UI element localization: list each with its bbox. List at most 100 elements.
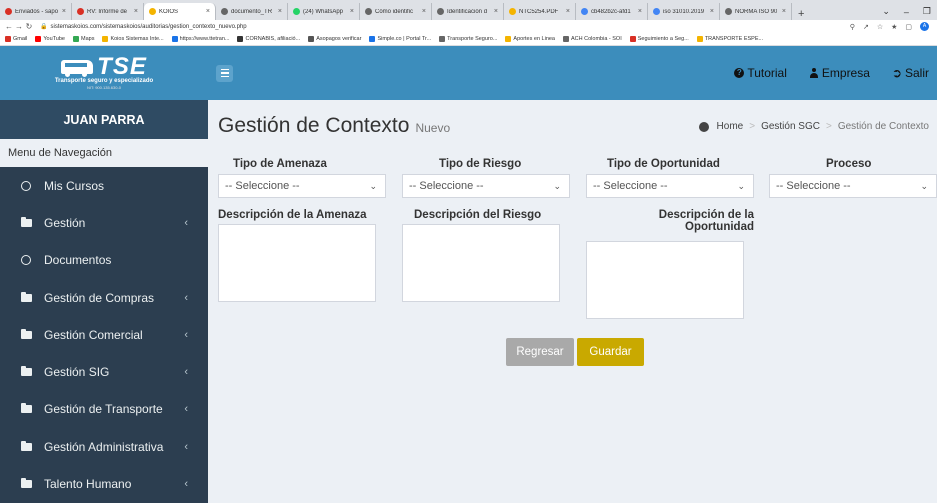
close-tab-icon[interactable]: ×	[494, 8, 498, 15]
browser-tab[interactable]: KOIOS ×	[144, 3, 216, 20]
bookmark-item[interactable]: CORNABIS, afiliació...	[237, 36, 300, 42]
chevron-left-icon: ‹	[184, 216, 188, 229]
minimize-button[interactable]: –	[904, 7, 909, 17]
desc-amenaza-textarea[interactable]	[218, 224, 376, 302]
close-tab-icon[interactable]: ×	[782, 8, 786, 15]
page-subtitle: Nuevo	[415, 121, 451, 135]
bookmark-label: Koios Sistemas Inte...	[110, 36, 164, 42]
bookmark-favicon-icon	[629, 36, 636, 42]
tab-label: NORMA ISO 90	[735, 8, 778, 15]
tipo-amenaza-select[interactable]: -- Seleccione -- ⌄	[218, 174, 386, 198]
bookmark-item[interactable]: Seguimiento a Seg...	[629, 36, 689, 42]
close-tab-icon[interactable]: ×	[566, 8, 570, 15]
logout-link[interactable]: ➲ Salir	[892, 66, 929, 80]
desc-riesgo-textarea[interactable]	[402, 224, 560, 302]
regresar-button[interactable]: Regresar	[506, 338, 574, 366]
tab-label: Cómo identific	[375, 8, 414, 15]
tipo-riesgo-select[interactable]: -- Seleccione -- ⌄	[402, 174, 570, 198]
close-tab-icon[interactable]: ×	[422, 8, 426, 15]
bookmark-item[interactable]: Maps	[73, 36, 94, 42]
tab-label: Identificación d	[447, 8, 488, 15]
sidebar-item-gestión-sig[interactable]: Gestión SIG ‹	[0, 353, 208, 390]
bookmark-item[interactable]: Simple.co | Portal Tr...	[369, 36, 431, 42]
bookmarks-bar: Gmail YouTube Maps Koios Sistemas Inte... ht…	[0, 33, 937, 46]
close-tab-icon[interactable]: ×	[710, 8, 714, 15]
folder-icon	[20, 440, 32, 451]
browser-tab[interactable]: NTC5254.PDF ×	[504, 3, 576, 20]
chevron-down-icon: ⌄	[737, 181, 745, 191]
close-tab-icon[interactable]: ×	[638, 8, 642, 15]
bookmark-item[interactable]: https://www.ttetran...	[171, 36, 229, 42]
browser-tab[interactable]: RV: Informe de ×	[72, 3, 144, 20]
tipo-oportunidad-select[interactable]: -- Seleccione -- ⌄	[586, 174, 754, 198]
bookmark-item[interactable]: ACH Colombia - SOI	[563, 36, 622, 42]
zoom-icon[interactable]: ⚲	[850, 23, 855, 31]
back-arrow-icon[interactable]: ←	[4, 22, 14, 31]
bookmark-item[interactable]: Koios Sistemas Inte...	[102, 36, 164, 42]
close-tab-icon[interactable]: ×	[206, 8, 210, 15]
sidebar-item-mis-cursos[interactable]: Mis Cursos	[0, 167, 208, 204]
bookmark-item[interactable]: TRANSPORTE ESPE...	[696, 36, 763, 42]
browser-tab[interactable]: (24) WhatsApp ×	[288, 3, 360, 20]
forward-arrow-icon[interactable]: →	[14, 22, 24, 31]
sidebar-item-gestión-comercial[interactable]: Gestión Comercial ‹	[0, 316, 208, 353]
share-icon[interactable]: ↗	[863, 23, 869, 31]
browser-tab[interactable]: iso 31010.2019 ×	[648, 3, 720, 20]
sidebar-item-gestión-de-transporte[interactable]: Gestión de Transporte ‹	[0, 391, 208, 428]
close-tab-icon[interactable]: ×	[134, 8, 138, 15]
reload-icon[interactable]: ↻	[24, 22, 34, 31]
tutorial-link[interactable]: ? Tutorial	[734, 66, 787, 80]
guardar-button[interactable]: Guardar	[577, 338, 644, 366]
bookmark-item[interactable]: YouTube	[35, 36, 65, 42]
bookmark-item[interactable]: Aportes en Linea	[505, 36, 555, 42]
browser-tab[interactable]: Enviados - sapo ×	[0, 3, 72, 20]
close-tab-icon[interactable]: ×	[278, 8, 282, 15]
bookmark-star-icon[interactable]: ☆	[877, 23, 883, 31]
sidebar-toggle-button[interactable]	[216, 64, 233, 82]
breadcrumb-section[interactable]: Gestión SGC	[761, 121, 820, 132]
bookmark-label: Gmail	[13, 36, 28, 42]
browser-tab[interactable]: cb482b2c-afd1 ×	[576, 3, 648, 20]
bookmark-label: YouTube	[43, 36, 65, 42]
bookmark-item[interactable]: Gmail	[5, 36, 27, 42]
browser-tab[interactable]: documento_TR ×	[216, 3, 288, 20]
desc-oportunidad-textarea[interactable]	[586, 241, 744, 319]
sidepanel-icon[interactable]: ▢	[905, 23, 912, 31]
logo[interactable]: TSE Transporte seguro y especializado NI…	[0, 46, 208, 100]
bookmark-favicon-icon	[369, 36, 376, 42]
close-tab-icon[interactable]: ×	[350, 8, 354, 15]
browser-tab[interactable]: NORMA ISO 90 ×	[720, 3, 792, 20]
browser-tab[interactable]: Cómo identific ×	[360, 3, 432, 20]
address-bar: ← → ↻ 🔒 sistemaskoios.com/sistemaskoios/…	[0, 20, 937, 33]
extensions-icon[interactable]: ★	[891, 23, 897, 31]
favicon-icon	[509, 8, 516, 15]
browser-tab[interactable]: Identificación d ×	[432, 3, 504, 20]
sidebar-item-documentos[interactable]: Documentos	[0, 242, 208, 279]
favicon-icon	[77, 8, 84, 15]
breadcrumb-home[interactable]: Home	[717, 121, 744, 132]
lock-icon: 🔒	[40, 24, 48, 30]
sidebar-item-talento-humano[interactable]: Talento Humano ‹	[0, 465, 208, 502]
tab-label: iso 31010.2019	[663, 8, 705, 15]
sidebar-item-gestión[interactable]: Gestión ‹	[0, 204, 208, 241]
bookmark-label: Aportes en Linea	[513, 36, 555, 42]
chevron-left-icon: ‹	[184, 440, 188, 453]
desc-oportunidad-label-line1: Descripción de la	[658, 209, 754, 221]
close-tab-icon[interactable]: ×	[62, 8, 66, 15]
bookmark-item[interactable]: Transporte Seguro...	[439, 36, 497, 42]
sidebar-item-gestión-administrativa[interactable]: Gestión Administrativa ‹	[0, 428, 208, 465]
sidebar-item-gestión-de-compras[interactable]: Gestión de Compras ‹	[0, 279, 208, 316]
bookmark-label: Asopagos verificar	[316, 36, 362, 42]
bookmark-label: CORNABIS, afiliació...	[245, 36, 301, 42]
tab-label: (24) WhatsApp	[303, 8, 344, 15]
proceso-select[interactable]: -- Seleccione -- ⌄	[769, 174, 937, 198]
url-field[interactable]: 🔒 sistemaskoios.com/sistemaskoios/audito…	[40, 23, 247, 31]
new-tab-button[interactable]: +	[792, 8, 810, 20]
bookmark-item[interactable]: Asopagos verificar	[308, 36, 361, 42]
tab-search-icon[interactable]: ⌄	[882, 6, 890, 17]
maximize-button[interactable]: ❐	[923, 6, 931, 17]
desc-oportunidad-label-line2: Oportunidad	[685, 221, 754, 233]
menu-header: Menu de Navegación	[0, 139, 208, 167]
profile-avatar[interactable]: A	[920, 22, 929, 31]
empresa-link[interactable]: Empresa	[809, 66, 870, 80]
